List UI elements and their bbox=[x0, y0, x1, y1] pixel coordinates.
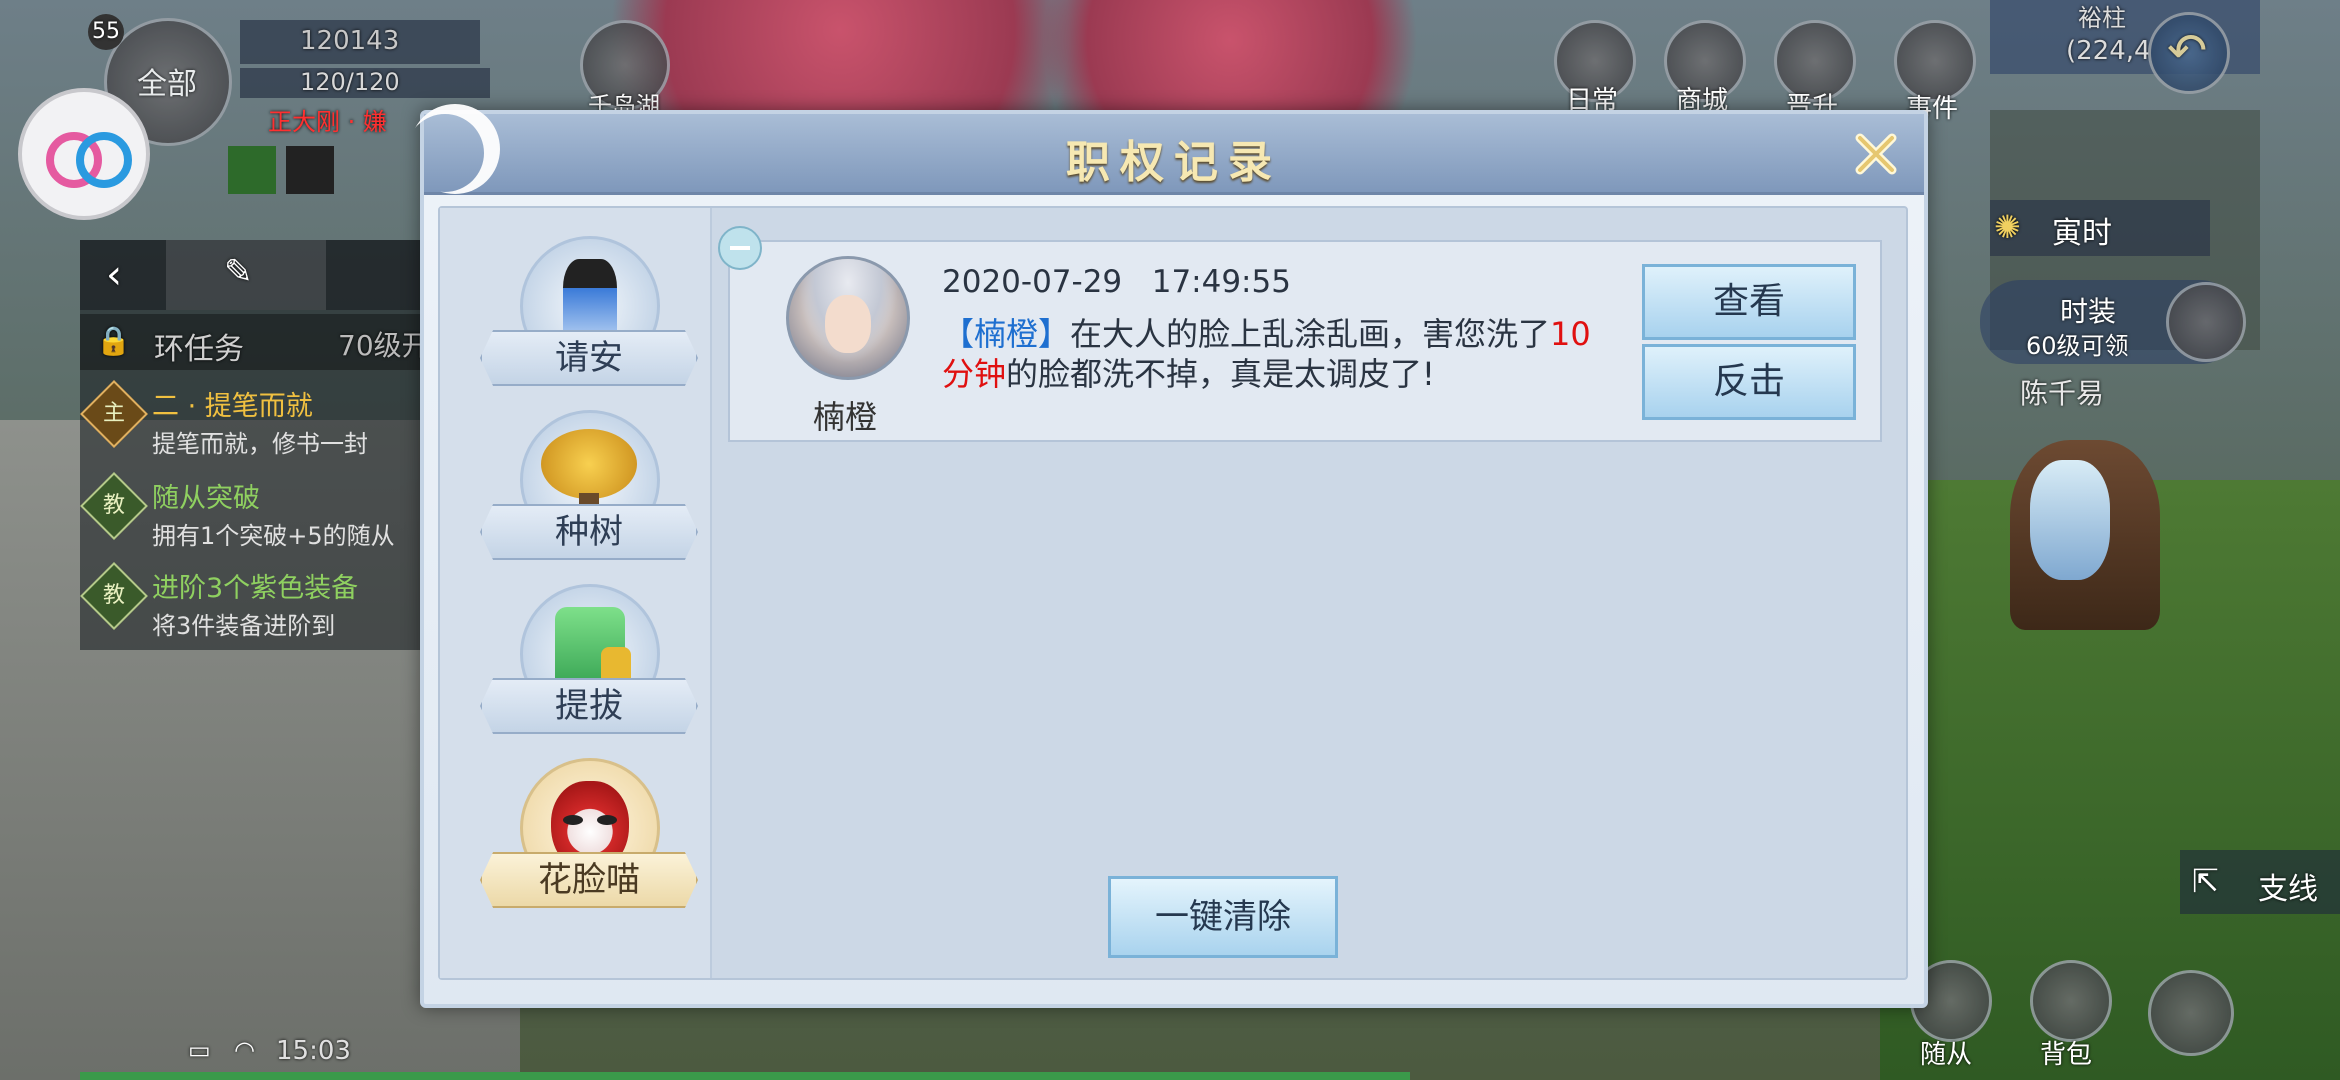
stamina-value: 120/120 bbox=[300, 68, 400, 96]
task-desc: 将3件装备进阶到 bbox=[152, 612, 336, 640]
sun-icon: ✺ bbox=[1994, 208, 2021, 246]
message-text: 的脸都洗不掉，真是太调皮了! bbox=[1006, 355, 1435, 393]
bag-icon[interactable]: 背包 bbox=[2020, 960, 2120, 1070]
wifi-icon: ◠ bbox=[234, 1036, 255, 1064]
dialog-titlebar: 职权记录 bbox=[424, 114, 1924, 195]
buff-icon[interactable] bbox=[286, 146, 334, 194]
task-panel-tabs: ‹ ✎ bbox=[80, 240, 420, 310]
tab-label: 种树 bbox=[480, 504, 698, 560]
task-item[interactable]: 教 进阶3个紫色装备 将3件装备进阶到 bbox=[80, 558, 410, 646]
crescent-moon-icon bbox=[410, 104, 500, 194]
branch-arrow-icon: ⇱ bbox=[2192, 862, 2219, 900]
player-level: 55 bbox=[88, 14, 124, 50]
clock-time: 15:03 bbox=[276, 1036, 351, 1066]
task-title: 进阶3个紫色装备 bbox=[152, 573, 359, 604]
status-bar: ▭ ◠ 15:03 bbox=[164, 1030, 364, 1074]
back-arrow-icon[interactable]: ‹ bbox=[80, 240, 160, 310]
duty-record-dialog: 职权记录 请安 种树 提拔 花脸喵 楠橙 2020-07-29 17:49:55… bbox=[420, 110, 1928, 1008]
scroll-icon: ✎ bbox=[224, 252, 253, 292]
task-item[interactable]: 主 二 · 提笔而就 提笔而就，修书一封 bbox=[80, 376, 410, 464]
app-logo-icon[interactable] bbox=[18, 88, 150, 220]
time-label: 寅时 bbox=[2052, 216, 2112, 251]
daily-icon[interactable]: 日常 bbox=[1550, 20, 1640, 116]
view-button[interactable]: 查看 bbox=[1642, 264, 1856, 340]
task-desc: 拥有1个突破+5的随从 bbox=[152, 522, 395, 550]
quest-tab[interactable]: ✎ bbox=[166, 240, 326, 310]
branch-button[interactable]: ⇱ 支线 bbox=[2180, 850, 2340, 914]
message-player-name[interactable]: 【楠橙】 bbox=[942, 315, 1070, 353]
battery-icon: ▭ bbox=[188, 1036, 211, 1064]
return-arrow-icon[interactable]: ↶ bbox=[2148, 12, 2230, 94]
time-of-day: ✺ 寅时 bbox=[1990, 200, 2210, 256]
all-label: 全部 bbox=[137, 67, 197, 102]
fashion-bag-icon bbox=[2166, 282, 2246, 362]
dialog-title: 职权记录 bbox=[1066, 137, 1282, 188]
map-coords: (224,4 bbox=[2066, 36, 2151, 66]
branch-label: 支线 bbox=[2258, 872, 2318, 907]
shop-icon[interactable]: 商城 bbox=[1660, 20, 1750, 116]
tab-opera-face[interactable]: 花脸喵 bbox=[480, 752, 698, 942]
lock-icon: 🔒 bbox=[96, 324, 131, 357]
buff-icon[interactable] bbox=[228, 146, 276, 194]
dialog-body: 请安 种树 提拔 花脸喵 楠橙 2020-07-29 17:49:55 【楠橙】… bbox=[438, 206, 1908, 980]
power-value: 120143 bbox=[300, 26, 400, 56]
avatar[interactable] bbox=[786, 256, 910, 380]
task-title: 二 · 提笔而就 bbox=[152, 391, 313, 422]
fashion-button[interactable]: 时装 60级可领 bbox=[1980, 280, 2246, 364]
faction-label: 正大刚 · 嫌 bbox=[268, 108, 387, 136]
power-bar: 120143 bbox=[240, 20, 480, 64]
event-icon[interactable]: 事件 bbox=[1890, 20, 1980, 124]
tab-greeting[interactable]: 请安 bbox=[480, 230, 698, 420]
island-icon[interactable]: 千岛湖 bbox=[580, 20, 670, 120]
stamina-bar: 120/120 bbox=[240, 68, 490, 98]
npc-name: 陈千易 bbox=[2020, 377, 2105, 410]
exp-bar bbox=[80, 1072, 1410, 1080]
task-item[interactable]: 教 随从突破 拥有1个突破+5的随从 bbox=[80, 468, 410, 556]
record-entry: 楠橙 2020-07-29 17:49:55 【楠橙】在大人的脸上乱涂乱画，害您… bbox=[718, 226, 1882, 442]
tab-promote[interactable]: 提拔 bbox=[480, 578, 698, 768]
category-sidebar: 请安 种树 提拔 花脸喵 bbox=[440, 208, 712, 978]
record-message: 【楠橙】在大人的脸上乱涂乱画，害您洗了10分钟的脸都洗不掉，真是太调皮了! bbox=[942, 314, 1622, 394]
close-icon[interactable] bbox=[1850, 128, 1902, 180]
tab-plant-tree[interactable]: 种树 bbox=[480, 404, 698, 594]
rider-robe bbox=[2030, 460, 2110, 580]
main-quest-badge-icon: 主 bbox=[80, 380, 148, 448]
avatar-name: 楠橙 bbox=[812, 398, 877, 436]
ring-task-level: 70级开 bbox=[338, 329, 430, 362]
task-desc: 提笔而就，修书一封 bbox=[152, 430, 368, 458]
promote-icon[interactable]: 晋升 bbox=[1770, 20, 1860, 122]
clear-all-button[interactable]: 一键清除 bbox=[1108, 876, 1338, 958]
skill-shuriken-icon[interactable] bbox=[2148, 970, 2234, 1056]
collapse-minus-icon[interactable] bbox=[718, 226, 762, 270]
tab-label: 花脸喵 bbox=[480, 852, 698, 908]
record-timestamp: 2020-07-29 17:49:55 bbox=[942, 264, 1291, 300]
tutorial-badge-icon: 教 bbox=[80, 472, 148, 540]
ring-task-row[interactable]: 🔒 环任务 70级开 bbox=[80, 314, 430, 370]
ring-task-label: 环任务 bbox=[154, 332, 244, 367]
map-name: 裕柱 bbox=[2078, 4, 2126, 32]
tab-label: 请安 bbox=[480, 330, 698, 386]
task-panel: ‹ ✎ 🔒 环任务 70级开 主 二 · 提笔而就 提笔而就，修书一封 教 随从… bbox=[80, 240, 430, 650]
counter-attack-button[interactable]: 反击 bbox=[1642, 344, 1856, 420]
task-title: 随从突破 bbox=[152, 483, 260, 514]
fashion-label: 时装 bbox=[2060, 295, 2117, 328]
tab-label: 提拔 bbox=[480, 678, 698, 734]
fashion-sub: 60级可领 bbox=[2026, 332, 2129, 360]
message-text: 在大人的脸上乱涂乱画，害您洗了 bbox=[1070, 315, 1551, 353]
tutorial-badge-icon: 教 bbox=[80, 562, 148, 630]
